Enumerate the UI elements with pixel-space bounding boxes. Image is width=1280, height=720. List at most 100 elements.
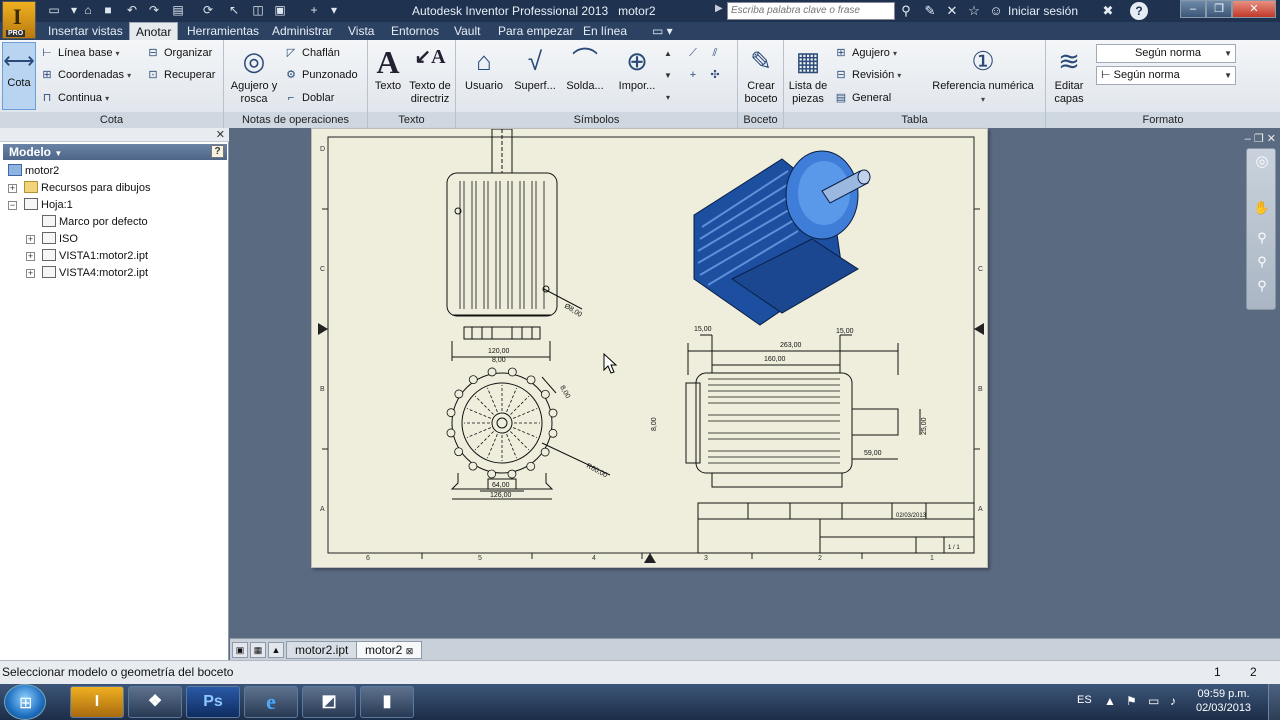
expand-icon[interactable]: + [26,269,35,278]
minimize-button[interactable]: – [1180,0,1206,18]
tree-item-iso[interactable]: ISO [42,231,78,248]
tray-network-icon[interactable]: ▭ [1148,694,1159,708]
tree-item-hoja[interactable]: Hoja:1 [24,197,73,214]
start-button[interactable]: ⊞ [4,684,46,720]
punzonado-button[interactable]: ⚙ Punzonado [284,66,358,84]
layer-select[interactable]: ⊢ Según norma ▼ [1096,66,1236,85]
search-input[interactable]: Escriba palabra clave o frase [727,2,895,20]
tree-item-recursos[interactable]: Recursos para dibujos [24,180,150,197]
referencia-numerica-button[interactable]: ① Referencia numérica ▾ [928,44,1038,106]
tab-para-empezar[interactable]: Para empezar [498,24,573,38]
coordenadas-button[interactable]: ⊞ Coordenadas ▾ [40,66,131,84]
open-icon[interactable]: ⌂ [80,3,96,18]
ribbon-minimize-icon[interactable]: ▭ ▾ [652,24,673,38]
usuario-button[interactable]: ⌂ Usuario [462,44,506,93]
texto-button[interactable]: A Texto [370,44,406,93]
revision-button[interactable]: ⊟ Revisión ▾ [834,66,901,84]
centerline-bisector-icon[interactable]: ⫽ [708,44,726,62]
organizar-button[interactable]: ⊟ Organizar [146,44,212,62]
cascade-icon[interactable]: ▦ [250,642,266,658]
doc-tab-close-icon[interactable]: ⊠ [406,646,414,656]
user-icon[interactable]: ☺ [988,3,1004,19]
expand-icon[interactable]: + [26,235,35,244]
doblar-button[interactable]: ⌐ Doblar [284,89,335,107]
binoculars-icon[interactable]: ⚲ [898,3,914,19]
browser-header[interactable]: Modelo ▼? [3,144,227,160]
continua-button[interactable]: ⊓ Continua ▾ [40,89,109,107]
taskbar-projector[interactable]: ▮ [360,686,414,718]
doc-tab-motor2[interactable]: motor2 ⊠ [356,641,423,659]
center-mark-icon[interactable]: + [686,66,704,84]
inventor-app-button[interactable]: I PRO [2,1,36,39]
save-icon[interactable]: ■ [100,3,116,18]
wrench-icon[interactable]: ✎ [922,3,938,19]
pan-icon[interactable]: ✋ [1253,199,1271,217]
update-icon[interactable]: ⟳ [200,3,216,18]
show-desktop-button[interactable] [1268,684,1280,720]
tab-entornos[interactable]: Entornos [391,24,439,38]
measure-icon[interactable]: + [306,3,322,18]
tray-flag-icon[interactable]: ⚑ [1126,694,1137,708]
centered-pattern-icon[interactable]: ✣ [708,66,726,84]
tray-language[interactable]: ES [1077,694,1092,706]
exchange-apps-icon[interactable]: ✖ [1100,3,1116,19]
editar-capas-button[interactable]: ≋ Editar capas [1048,44,1090,106]
tab-list-icon[interactable]: ▲ [268,642,284,658]
tree-item-vista4[interactable]: VISTA4:motor2.ipt [42,265,148,282]
customize-icon[interactable]: ▾ [326,3,342,18]
tree-item-marco[interactable]: Marco por defecto [42,214,148,231]
tray-clock[interactable]: 09:59 p.m. 02/03/2013 [1196,687,1251,715]
gallery-up-icon[interactable]: ▲ [662,46,674,62]
search-expand-icon[interactable]: ▶ [715,3,723,14]
steering-wheel-icon[interactable]: ◎ [1253,153,1271,171]
gallery-down-icon[interactable]: ▼ [662,68,674,84]
soldadura-button[interactable]: ⌒ Solda... [562,44,608,93]
crear-boceto-button[interactable]: ✎ Crear boceto [740,44,782,106]
tree-item-motor2[interactable]: motor2 [8,163,59,180]
browser-help-icon[interactable]: ? [211,145,224,158]
star-icon[interactable]: ☆ [966,3,982,19]
recuperar-button[interactable]: ⊡ Recuperar [146,66,215,84]
superficie-button[interactable]: √ Superf... [512,44,558,93]
tab-en-linea[interactable]: En línea [583,24,627,38]
select-icon[interactable]: ↖ [226,3,242,18]
taskbar-photoshop[interactable]: Ps [186,686,240,718]
appearance-icon[interactable]: ▣ [272,3,288,18]
linea-base-button[interactable]: ⊢ Línea base ▾ [40,44,119,62]
tab-anotar[interactable]: Anotar [129,22,179,40]
expand-icon[interactable]: + [26,252,35,261]
tray-expand-icon[interactable]: ▲ [1104,694,1116,708]
chaflan-button[interactable]: ◸ Chaflán [284,44,340,62]
tile-icon[interactable]: ▣ [232,642,248,658]
new-icon[interactable]: ▭ [46,3,62,18]
undo-icon[interactable]: ↶ [124,3,140,18]
tab-administrar[interactable]: Administrar [272,24,333,38]
exchange-icon[interactable]: ✕ [944,3,960,19]
print-icon[interactable]: ▤ [170,3,186,18]
tab-herramientas[interactable]: Herramientas [187,24,259,38]
taskbar-inventor[interactable]: I [70,686,124,718]
agujero-table-button[interactable]: ⊞ Agujero ▾ [834,44,897,62]
tray-volume-icon[interactable]: ♪ [1170,694,1176,708]
redo-icon[interactable]: ↷ [146,3,162,18]
zoom-window-icon[interactable]: ⚲ [1253,277,1271,295]
maximize-button[interactable]: ❐ [1206,0,1232,18]
centerline-icon[interactable]: ⟋ [686,44,704,62]
material-icon[interactable]: ◫ [250,3,266,18]
agujero-rosca-button[interactable]: ◎ Agujero y rosca [228,44,280,106]
zoom-all-icon[interactable]: ⚲ [1253,253,1271,271]
taskbar-ie[interactable]: e [244,686,298,718]
taskbar-explorer[interactable]: ❖ [128,686,182,718]
browser-close-icon[interactable]: ✕ [216,128,225,141]
gallery-more-icon[interactable]: ▾ [662,90,674,106]
collapse-icon[interactable]: − [8,201,17,210]
tab-insertar-vistas[interactable]: Insertar vistas [48,24,123,38]
zoom-icon[interactable]: ⚲ [1253,229,1271,247]
drawing-sheet[interactable]: D C B A C B A 6 5 4 3 2 1 120,00 8,00 Ø8… [311,128,988,568]
importar-button[interactable]: ⊕ Impor... [612,44,662,93]
expand-icon[interactable]: + [8,184,17,193]
taskbar-media[interactable]: ◩ [302,686,356,718]
tab-vista[interactable]: Vista [348,24,374,38]
signin-link[interactable]: Iniciar sesión [1008,4,1078,18]
lista-piezas-button[interactable]: ▦ Lista de piezas [786,44,830,106]
